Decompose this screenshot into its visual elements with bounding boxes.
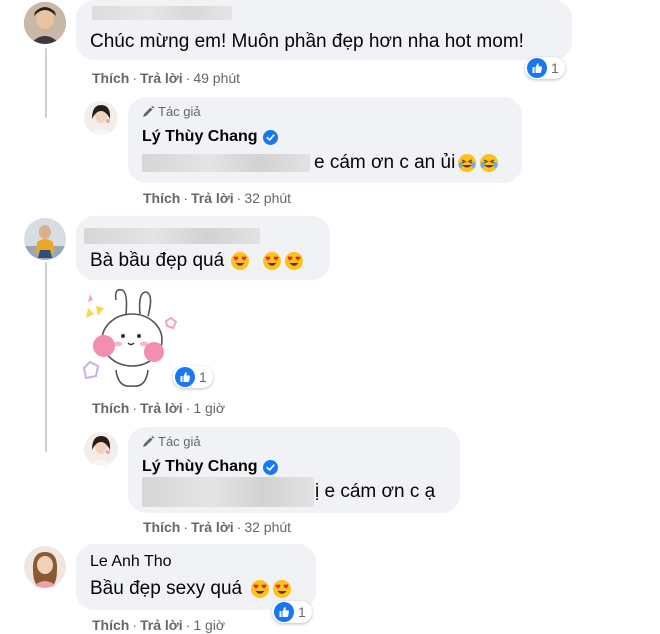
like-icon bbox=[274, 602, 294, 622]
like-link[interactable]: Thích bbox=[143, 519, 180, 535]
comment-meta: Thích · Trả lời · 1 giờ bbox=[92, 617, 226, 633]
reply-bubble: Tác giả Lý Thùy Chang ị e cám ơn c ạ bbox=[128, 427, 460, 513]
reaction-count: 1 bbox=[199, 369, 207, 385]
comment-meta: Thích · Trả lời · 1 giờ bbox=[92, 400, 226, 416]
pencil-icon bbox=[143, 105, 155, 117]
comment-text: Chúc mừng em! Muôn phần đẹp hơn nha hot … bbox=[90, 31, 524, 52]
avatar[interactable] bbox=[24, 218, 66, 260]
comment-meta: Thích · Trả lời · 49 phút bbox=[92, 70, 241, 86]
reaction-summary[interactable]: 1 bbox=[173, 366, 213, 388]
avatar[interactable] bbox=[24, 546, 66, 588]
comment-meta: Thích · Trả lời · 32 phút bbox=[143, 190, 292, 206]
bunny-sticker[interactable] bbox=[76, 288, 186, 392]
author-name[interactable]: Le Anh Tho bbox=[90, 553, 172, 571]
timestamp[interactable]: 32 phút bbox=[244, 190, 291, 206]
laughing-tears-emoji bbox=[480, 154, 499, 172]
like-link[interactable]: Thích bbox=[92, 400, 129, 416]
redacted-text bbox=[142, 477, 314, 507]
like-icon bbox=[527, 58, 547, 78]
reply-bubble: Tác giả Lý Thùy Chang e cám ơn c an ủi bbox=[128, 97, 522, 183]
author-name[interactable]: Lý Thùy Chang bbox=[142, 128, 258, 146]
avatar[interactable] bbox=[24, 2, 66, 44]
pencil-icon bbox=[143, 435, 155, 447]
avatar[interactable] bbox=[84, 432, 118, 466]
redacted-text bbox=[142, 154, 310, 172]
comment-text: Bà bầu đẹp quá bbox=[90, 250, 304, 272]
author-name[interactable]: Lý Thùy Chang bbox=[142, 458, 258, 476]
comment-bubble: Le Anh Tho Bầu đẹp sexy quá bbox=[76, 544, 316, 610]
thread-line bbox=[45, 262, 47, 452]
reaction-summary[interactable]: 1 bbox=[525, 57, 565, 79]
reaction-count: 1 bbox=[298, 604, 306, 620]
heart-eyes-emoji bbox=[251, 580, 270, 598]
avatar[interactable] bbox=[84, 101, 118, 135]
verified-badge-icon bbox=[262, 459, 278, 475]
comment-bubble: Chúc mừng em! Muôn phần đẹp hơn nha hot … bbox=[76, 0, 572, 60]
reply-link[interactable]: Trả lời bbox=[140, 617, 183, 633]
laughing-tears-emoji bbox=[458, 154, 477, 172]
like-link[interactable]: Thích bbox=[92, 70, 129, 86]
comment-text: ị e cám ơn c ạ bbox=[315, 481, 436, 502]
comment-bubble: Bà bầu đẹp quá bbox=[76, 216, 330, 280]
timestamp[interactable]: 1 giờ bbox=[193, 400, 225, 416]
comment-meta: Thích · Trả lời · 32 phút bbox=[143, 519, 292, 535]
author-badge: Tác giả bbox=[141, 104, 201, 119]
comment-text: e cám ơn c an ủi bbox=[314, 152, 499, 174]
like-link[interactable]: Thích bbox=[92, 617, 129, 633]
redacted-name bbox=[92, 6, 232, 20]
heart-eyes-emoji bbox=[285, 252, 304, 270]
like-link[interactable]: Thích bbox=[143, 190, 180, 206]
timestamp[interactable]: 49 phút bbox=[193, 70, 240, 86]
timestamp[interactable]: 32 phút bbox=[244, 519, 291, 535]
reply-link[interactable]: Trả lời bbox=[140, 400, 183, 416]
reply-link[interactable]: Trả lời bbox=[140, 70, 183, 86]
heart-eyes-emoji bbox=[263, 252, 282, 270]
reply-link[interactable]: Trả lời bbox=[191, 190, 234, 206]
verified-badge-icon bbox=[262, 129, 278, 145]
author-badge: Tác giả bbox=[141, 434, 201, 449]
reply-link[interactable]: Trả lời bbox=[191, 519, 234, 535]
reaction-summary[interactable]: 1 bbox=[272, 601, 312, 623]
heart-eyes-emoji bbox=[231, 252, 250, 270]
redacted-name bbox=[84, 228, 260, 244]
comment-text: Bầu đẹp sexy quá bbox=[90, 578, 292, 600]
thread-line bbox=[45, 48, 47, 118]
like-icon bbox=[175, 367, 195, 387]
timestamp[interactable]: 1 giờ bbox=[193, 617, 225, 633]
reaction-count: 1 bbox=[551, 60, 559, 76]
heart-eyes-emoji bbox=[273, 580, 292, 598]
